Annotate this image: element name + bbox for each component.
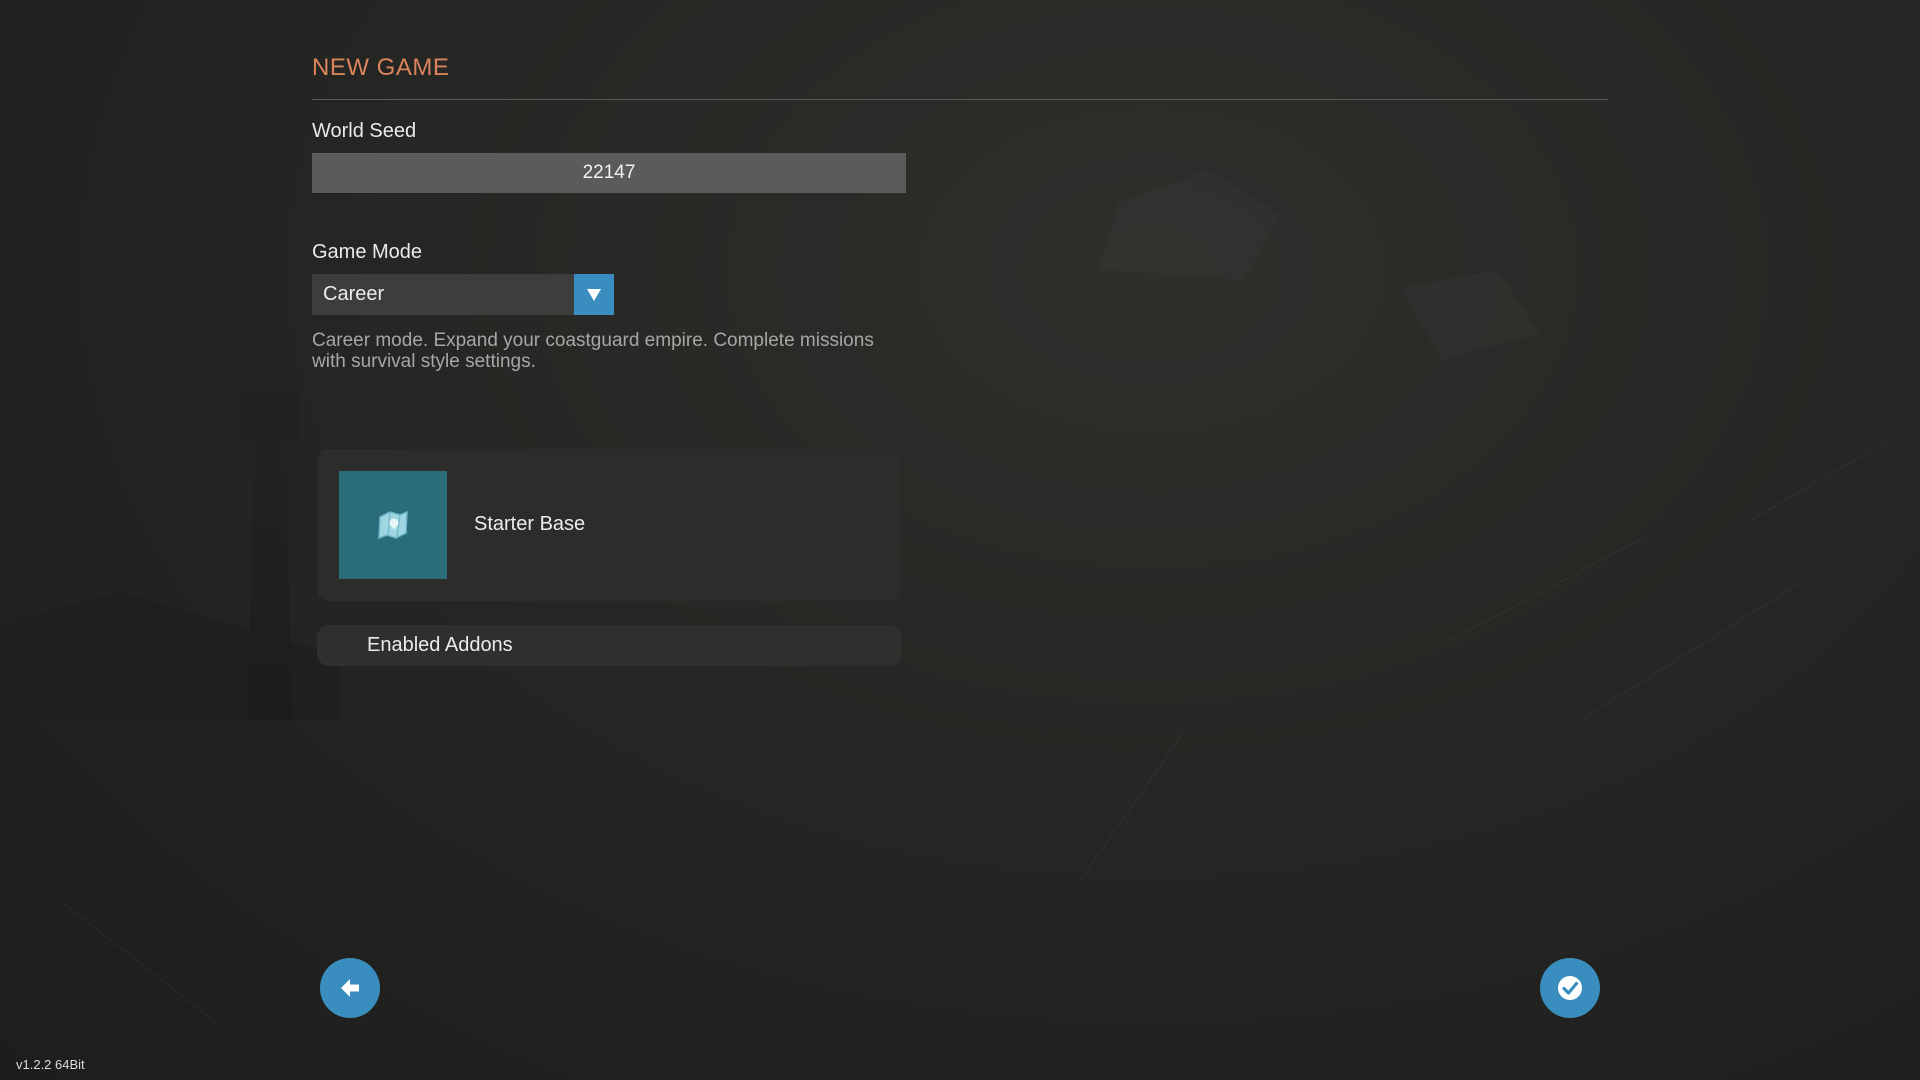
- background-streak: [1579, 582, 1801, 721]
- enabled-addons-label: Enabled Addons: [367, 634, 513, 656]
- new-game-screen: NEW GAME World Seed Game Mode Career Car…: [0, 0, 1920, 1080]
- background-streak: [1449, 536, 1645, 641]
- background-rock: [1400, 270, 1540, 360]
- world-seed-label: World Seed: [312, 120, 417, 142]
- world-seed-input[interactable]: [312, 153, 906, 193]
- confirm-button[interactable]: [1540, 958, 1600, 1018]
- starter-base-card[interactable]: Starter Base: [317, 449, 901, 601]
- back-button[interactable]: [320, 958, 380, 1018]
- version-label: v1.2.2 64Bit: [16, 1057, 85, 1072]
- background-streak: [1749, 440, 1889, 521]
- title-divider: [312, 99, 1608, 100]
- back-arrow-icon: [341, 979, 359, 997]
- background-lighthouse-lamp: [240, 392, 300, 442]
- enabled-addons-toggle[interactable]: Enabled Addons: [317, 625, 901, 666]
- game-mode-description: Career mode. Expand your coastguard empi…: [312, 330, 874, 372]
- background-streak: [59, 900, 218, 1025]
- dropdown-arrow-icon[interactable]: [574, 274, 614, 315]
- checkmark-icon: [1558, 976, 1582, 1000]
- background-streak: [1079, 732, 1184, 881]
- background-rock: [1100, 170, 1280, 280]
- game-mode-dropdown[interactable]: Career: [312, 274, 614, 315]
- map-pin-icon: [378, 510, 408, 540]
- game-mode-selected-value: Career: [323, 283, 385, 305]
- page-title: NEW GAME: [312, 54, 450, 81]
- starter-base-label: Starter Base: [474, 513, 586, 535]
- game-mode-label: Game Mode: [312, 241, 423, 263]
- starter-base-thumbnail: [339, 471, 447, 579]
